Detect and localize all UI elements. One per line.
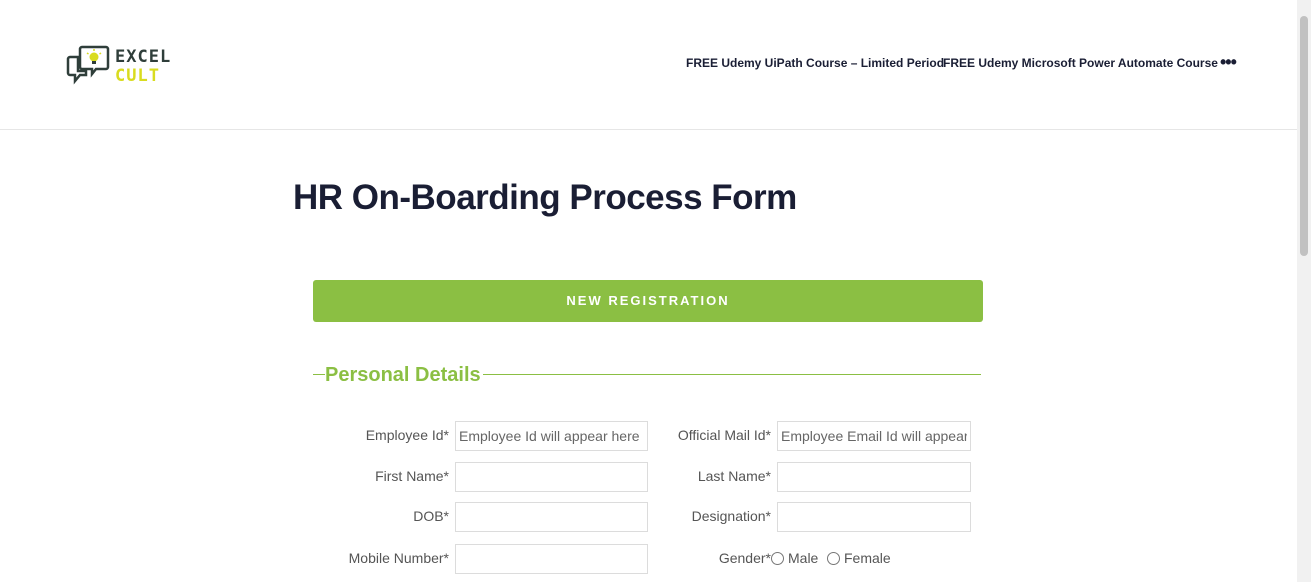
designation-label: Designation* bbox=[691, 508, 771, 524]
dob-input[interactable] bbox=[455, 502, 648, 532]
employee-id-label: Employee Id* bbox=[365, 427, 449, 443]
gender-male-radio[interactable] bbox=[771, 552, 784, 565]
official-mail-label: Official Mail Id* bbox=[677, 427, 771, 443]
more-menu-icon[interactable]: ••• bbox=[1220, 53, 1240, 72]
gender-male-label[interactable]: Male bbox=[788, 550, 818, 566]
gender-female-label[interactable]: Female bbox=[844, 550, 891, 566]
nav-link-power-automate-course[interactable]: FREE Udemy Microsoft Power Automate Cour… bbox=[943, 56, 1218, 70]
dob-label: DOB* bbox=[413, 508, 449, 524]
scrollbar-thumb[interactable] bbox=[1300, 16, 1308, 256]
first-name-label: First Name* bbox=[375, 468, 449, 484]
mobile-number-input[interactable] bbox=[455, 544, 648, 574]
main-nav: FREE Udemy UiPath Course – Limited Perio… bbox=[0, 53, 1297, 72]
designation-input[interactable] bbox=[777, 502, 971, 532]
gender-female-radio[interactable] bbox=[827, 552, 840, 565]
mobile-number-label: Mobile Number* bbox=[348, 550, 449, 566]
page-scrollbar[interactable] bbox=[1297, 0, 1311, 582]
last-name-input[interactable] bbox=[777, 462, 971, 492]
new-registration-button[interactable]: NEW REGISTRATION bbox=[313, 280, 983, 322]
section-title: Personal Details bbox=[325, 362, 483, 388]
official-mail-input[interactable] bbox=[777, 421, 971, 451]
page-title: HR On-Boarding Process Form bbox=[293, 178, 797, 217]
personal-details-section-header: Personal Details bbox=[313, 362, 981, 388]
site-header: EXCEL CULT FREE Udemy UiPath Course – Li… bbox=[0, 0, 1297, 130]
employee-id-input[interactable] bbox=[455, 421, 648, 451]
gender-label: Gender* bbox=[718, 550, 771, 566]
first-name-input[interactable] bbox=[455, 462, 648, 492]
nav-link-uipath-course[interactable]: FREE Udemy UiPath Course – Limited Perio… bbox=[686, 56, 944, 70]
last-name-label: Last Name* bbox=[697, 468, 771, 484]
